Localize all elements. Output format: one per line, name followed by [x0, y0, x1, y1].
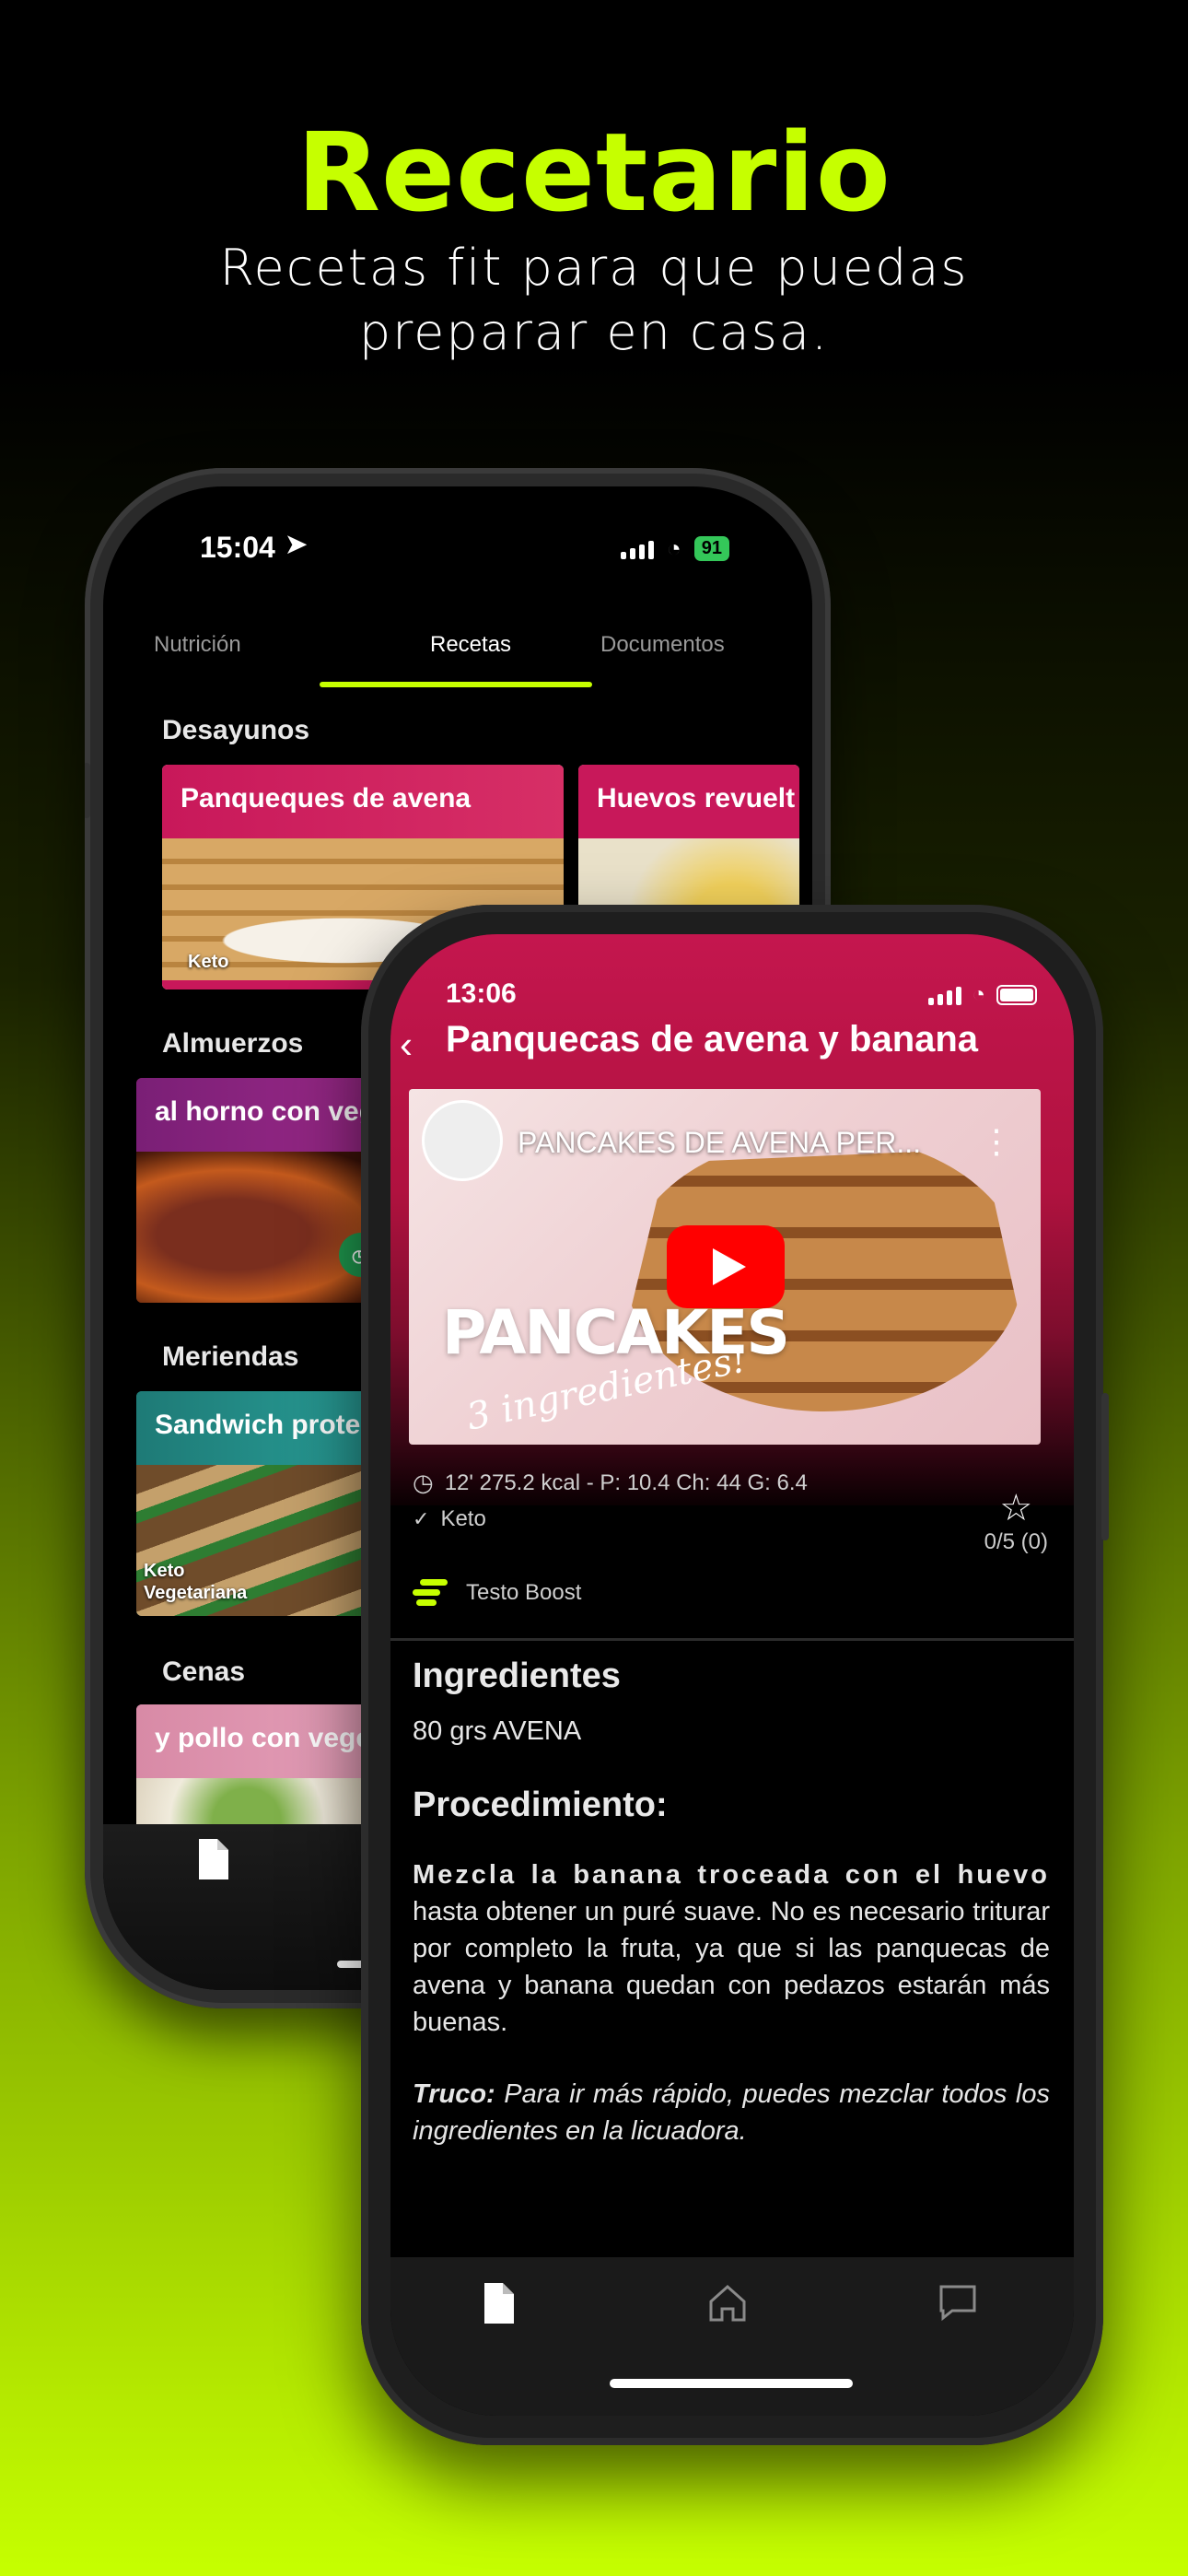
procedure-bold: Mezcla la banana troceada con el huevo [413, 1860, 1050, 1890]
check-icon: ✓ [413, 1507, 430, 1530]
bottom-tab-bar [390, 2257, 1074, 2416]
status-time: 15:04 [200, 531, 275, 564]
rating[interactable]: ☆ 0/5 (0) [984, 1487, 1048, 1555]
tab-documentos[interactable]: Documentos [600, 632, 725, 658]
section-title-almuerzos: Almuerzos [162, 1028, 304, 1059]
tip-label: Truco: [413, 2079, 495, 2109]
divider [390, 1638, 1074, 1641]
wifi-icon: ◔ [667, 534, 681, 562]
product-name: Testo Boost [466, 1580, 582, 1605]
ingredient-item: 80 grs AVENA [413, 1716, 582, 1746]
location-arrow-icon: ➤ [285, 530, 308, 558]
wifi-icon: ◔ [972, 982, 986, 1007]
document-icon[interactable] [481, 2281, 518, 2325]
status-time: 13:06 [446, 978, 517, 1009]
more-vert-icon[interactable]: ⋮ [980, 1122, 1013, 1161]
star-icon[interactable]: ☆ [984, 1487, 1048, 1529]
battery-icon: 91 [693, 536, 729, 561]
nutrition-info: 12' 275.2 kcal - P: 10.4 Ch: 44 G: 6.4 [444, 1469, 808, 1495]
rating-value: 0/5 (0) [984, 1529, 1048, 1554]
ingredients-heading: Ingredientes [413, 1657, 621, 1695]
recipe-card-title: Panqueques de avena [162, 765, 564, 838]
video-title: PANCAKES DE AVENA PER... [518, 1126, 922, 1159]
procedure-body: hasta obtener un puré suave. No es neces… [413, 1897, 1050, 2037]
back-chevron-icon[interactable]: ‹ [400, 1023, 437, 1066]
page-title: Panquecas de avena y banana [446, 1019, 979, 1060]
signal-icon [927, 985, 961, 1005]
front-phone-screen: 13:06 ◔ ‹ Panquecas de avena y banana PA… [390, 934, 1074, 2416]
procedure-heading: Procedimiento: [413, 1786, 668, 1824]
play-button[interactable] [667, 1225, 785, 1308]
section-title-cenas: Cenas [162, 1657, 246, 1687]
procedure-text: Mezcla la banana troceada con el huevo h… [413, 1856, 1050, 2041]
section-title-desayunos: Desayunos [162, 715, 310, 745]
recipe-tag: Keto [144, 1561, 185, 1581]
document-icon[interactable] [195, 1837, 232, 1881]
section-title-meriendas: Meriendas [162, 1341, 299, 1372]
brand-logo-icon [413, 1579, 448, 1607]
channel-avatar[interactable] [422, 1100, 503, 1181]
recipe-tag: Vegetariana [144, 1583, 248, 1603]
clock-icon: ◷ [413, 1469, 434, 1496]
tab-nutricion[interactable]: Nutrición [154, 632, 241, 658]
tip-text: Truco: Para ir más rápido, puedes mezcla… [413, 2076, 1050, 2149]
recipe-meta: ◷ 12' 275.2 kcal - P: 10.4 Ch: 44 G: 6.4… [413, 1469, 808, 1541]
recipe-header: 13:06 ◔ ‹ Panquecas de avena y banana PA… [390, 934, 1074, 1505]
diet-tag: Keto [440, 1506, 486, 1531]
tab-recetas[interactable]: Recetas [430, 632, 511, 658]
video-player[interactable]: PANCAKES DE AVENA PER... ⋮ PANCAKES 3 in… [409, 1089, 1041, 1445]
recipe-content: Ingredientes 80 grs AVENA Procedimiento:… [413, 1657, 1050, 2149]
hero-title: Recetario [297, 109, 891, 236]
tab-active-indicator [320, 682, 592, 687]
top-tabs: Nutrición Recetas Documentos [103, 615, 812, 698]
battery-icon [996, 985, 1037, 1005]
recipe-card-title: Huevos revuelt [578, 765, 799, 838]
signal-icon [621, 539, 655, 559]
tip-body: Para ir más rápido, puedes mezclar todos… [413, 2079, 1050, 2146]
recipe-tag: Keto [188, 952, 229, 972]
status-bar: 13:06 ◔ [390, 971, 1074, 1026]
hero-subtitle: Recetas fit para que puedas preparar en … [219, 239, 969, 361]
status-bar: 15:04 ➤ ◔ 91 [103, 521, 812, 577]
chat-icon[interactable] [936, 2281, 980, 2325]
home-indicator [610, 2379, 853, 2388]
product-link[interactable]: Testo Boost [390, 1563, 827, 1623]
home-icon[interactable] [705, 2281, 750, 2325]
front-phone: 13:06 ◔ ‹ Panquecas de avena y banana PA… [361, 905, 1109, 2445]
